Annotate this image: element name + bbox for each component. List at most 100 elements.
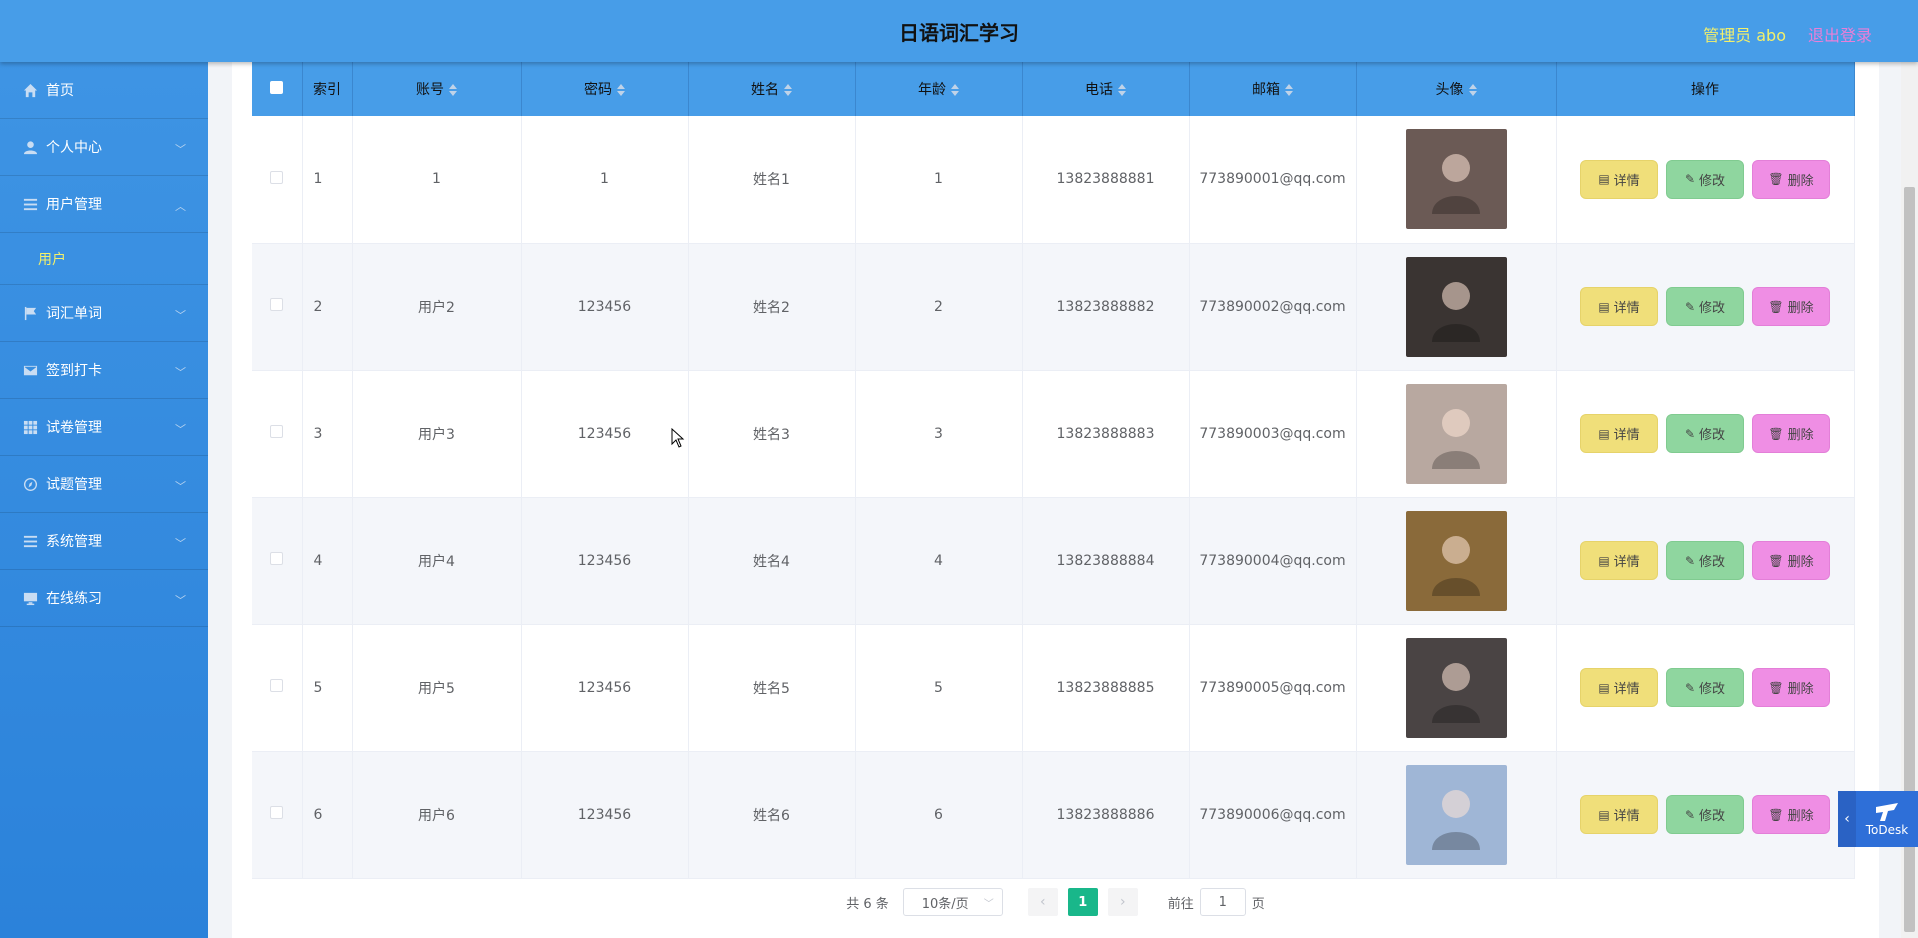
- prev-page-button[interactable]: ‹: [1027, 888, 1058, 916]
- sidebar-item-personal-center[interactable]: 个人中心 ﹀: [0, 119, 208, 176]
- table-row: 6 用户6 123456 姓名6 6 13823888886 773890006@qq.co…: [252, 751, 1855, 879]
- sort-icon[interactable]: [784, 84, 792, 96]
- cell-phone: 13823888885: [1022, 624, 1190, 752]
- sidebar-item-exam-papers[interactable]: 试卷管理 ﹀: [0, 399, 208, 456]
- cell-email: 773890005@qq.com: [1189, 624, 1357, 752]
- goto-prefix-label: 前往: [1167, 896, 1194, 912]
- row-checkbox[interactable]: [270, 552, 284, 565]
- edit-button[interactable]: ✎ 修改: [1666, 795, 1744, 834]
- column-header-sortable[interactable]: 年龄: [855, 62, 1023, 116]
- sidebar-item-system[interactable]: 系统管理 ﹀: [0, 513, 208, 570]
- cell-phone: 13823888883: [1022, 370, 1190, 498]
- cell-phone: 13823888881: [1022, 116, 1190, 244]
- delete-button[interactable]: 🗑 删除: [1752, 414, 1830, 453]
- delete-button[interactable]: 🗑 删除: [1752, 287, 1830, 326]
- sidebar-subitem-user[interactable]: 用户: [0, 233, 208, 285]
- trash-icon: 🗑: [1768, 553, 1784, 568]
- row-checkbox[interactable]: [270, 425, 284, 438]
- column-header-sortable[interactable]: 邮箱: [1189, 62, 1357, 116]
- flag-icon: [22, 305, 38, 321]
- cell-password: 123456: [521, 751, 689, 879]
- sort-icon[interactable]: [1118, 84, 1126, 96]
- goto-page-input[interactable]: 1: [1199, 888, 1246, 916]
- row-checkbox[interactable]: [270, 806, 284, 819]
- avatar-portrait-icon: [1432, 281, 1480, 342]
- sidebar-item-label: 试卷管理: [46, 420, 102, 436]
- sidebar-item-label: 签到打卡: [46, 363, 102, 379]
- cell-name: 姓名4: [688, 497, 856, 625]
- cell-phone: 13823888884: [1022, 497, 1190, 625]
- column-header-sortable[interactable]: 账号: [352, 62, 522, 116]
- sidebar-item-questions[interactable]: 试题管理 ﹀: [0, 456, 208, 513]
- delete-button[interactable]: 🗑 删除: [1752, 795, 1830, 834]
- user-table: 索引 账号 密码 姓名 年龄 电话 邮箱 头像 操作 1 1 1 姓名1 1 138238…: [252, 62, 1855, 879]
- detail-button[interactable]: ▤ 详情: [1580, 668, 1658, 707]
- row-checkbox[interactable]: [270, 170, 284, 184]
- top-header: 日语词汇学习 管理员 abo 退出登录: [0, 0, 1918, 62]
- table-row: 4 用户4 123456 姓名4 4 13823888884 773890004@qq.co…: [252, 497, 1855, 625]
- cell-index: 5: [302, 624, 353, 752]
- column-header-sortable[interactable]: 电话: [1022, 62, 1190, 116]
- cell-email: 773890002@qq.com: [1189, 243, 1357, 371]
- edit-button[interactable]: ✎ 修改: [1666, 287, 1744, 326]
- page-number-current[interactable]: 1: [1067, 888, 1098, 916]
- delete-button[interactable]: 🗑 删除: [1752, 668, 1830, 707]
- page-size-select[interactable]: 10条/页 ﹀: [902, 888, 1003, 916]
- column-header-sortable[interactable]: 姓名: [688, 62, 856, 116]
- cell-name: 姓名5: [688, 624, 856, 752]
- column-header-sortable[interactable]: 密码: [521, 62, 689, 116]
- row-select-cell: [252, 116, 303, 244]
- sidebar-item-check-in[interactable]: 签到打卡 ﹀: [0, 342, 208, 399]
- chevron-left-icon[interactable]: ‹: [1838, 791, 1856, 847]
- main-content: 索引 账号 密码 姓名 年龄 电话 邮箱 头像 操作 1 1 1 姓名1 1 138238…: [232, 62, 1879, 938]
- sidebar-item-home[interactable]: 首页: [0, 62, 208, 119]
- delete-button[interactable]: 🗑 删除: [1752, 541, 1830, 580]
- cell-account: 1: [352, 116, 522, 244]
- trash-icon: 🗑: [1768, 172, 1784, 187]
- cell-account: 用户3: [352, 370, 522, 498]
- todesk-icon: [1876, 803, 1898, 821]
- edit-button[interactable]: ✎ 修改: [1666, 414, 1744, 453]
- delete-button[interactable]: 🗑 删除: [1752, 159, 1830, 199]
- logout-link[interactable]: 退出登录: [1808, 22, 1872, 46]
- select-all-checkbox[interactable]: [270, 80, 284, 94]
- detail-button[interactable]: ▤ 详情: [1580, 159, 1658, 199]
- user-icon: [22, 139, 38, 155]
- sort-icon[interactable]: [1468, 84, 1477, 96]
- sort-icon[interactable]: [617, 84, 625, 96]
- mouse-cursor-icon: [671, 428, 685, 448]
- document-icon: ▤: [1598, 680, 1610, 695]
- trash-icon: 🗑: [1768, 426, 1784, 441]
- sidebar-item-label: 首页: [46, 83, 74, 99]
- cell-actions: ▤ 详情 ✎ 修改 🗑 删除: [1556, 751, 1855, 879]
- edit-button[interactable]: ✎ 修改: [1666, 668, 1744, 707]
- detail-button[interactable]: ▤ 详情: [1580, 287, 1658, 326]
- column-header-sortable[interactable]: 头像: [1356, 62, 1557, 116]
- cell-age: 1: [855, 116, 1023, 244]
- sidebar-item-online-practice[interactable]: 在线练习 ﹀: [0, 570, 208, 627]
- sidebar-item-vocabulary[interactable]: 词汇单词 ﹀: [0, 285, 208, 342]
- sort-icon[interactable]: [951, 84, 959, 96]
- next-page-button[interactable]: ›: [1107, 888, 1138, 916]
- sort-icon[interactable]: [449, 84, 457, 96]
- detail-button[interactable]: ▤ 详情: [1580, 414, 1658, 453]
- row-checkbox[interactable]: [270, 679, 284, 692]
- document-icon: ▤: [1598, 172, 1610, 187]
- monitor-icon: [22, 590, 38, 606]
- avatar-portrait-icon: [1432, 408, 1480, 469]
- detail-button[interactable]: ▤ 详情: [1580, 541, 1658, 580]
- document-icon: ▤: [1598, 426, 1610, 441]
- detail-button[interactable]: ▤ 详情: [1580, 795, 1658, 834]
- sidebar-item-user-management[interactable]: 用户管理 ︿: [0, 176, 208, 233]
- avatar: [1405, 383, 1507, 484]
- row-checkbox[interactable]: [270, 298, 284, 311]
- edit-button[interactable]: ✎ 修改: [1666, 159, 1744, 199]
- sidebar-item-label: 词汇单词: [46, 306, 102, 322]
- avatar-portrait-icon: [1432, 535, 1480, 596]
- row-select-cell: [252, 751, 303, 879]
- edit-button[interactable]: ✎ 修改: [1666, 541, 1744, 580]
- cell-password: 123456: [521, 624, 689, 752]
- todesk-widget[interactable]: ‹ ToDesk: [1838, 791, 1918, 847]
- cell-password: 123456: [521, 243, 689, 371]
- sort-icon[interactable]: [1285, 84, 1293, 96]
